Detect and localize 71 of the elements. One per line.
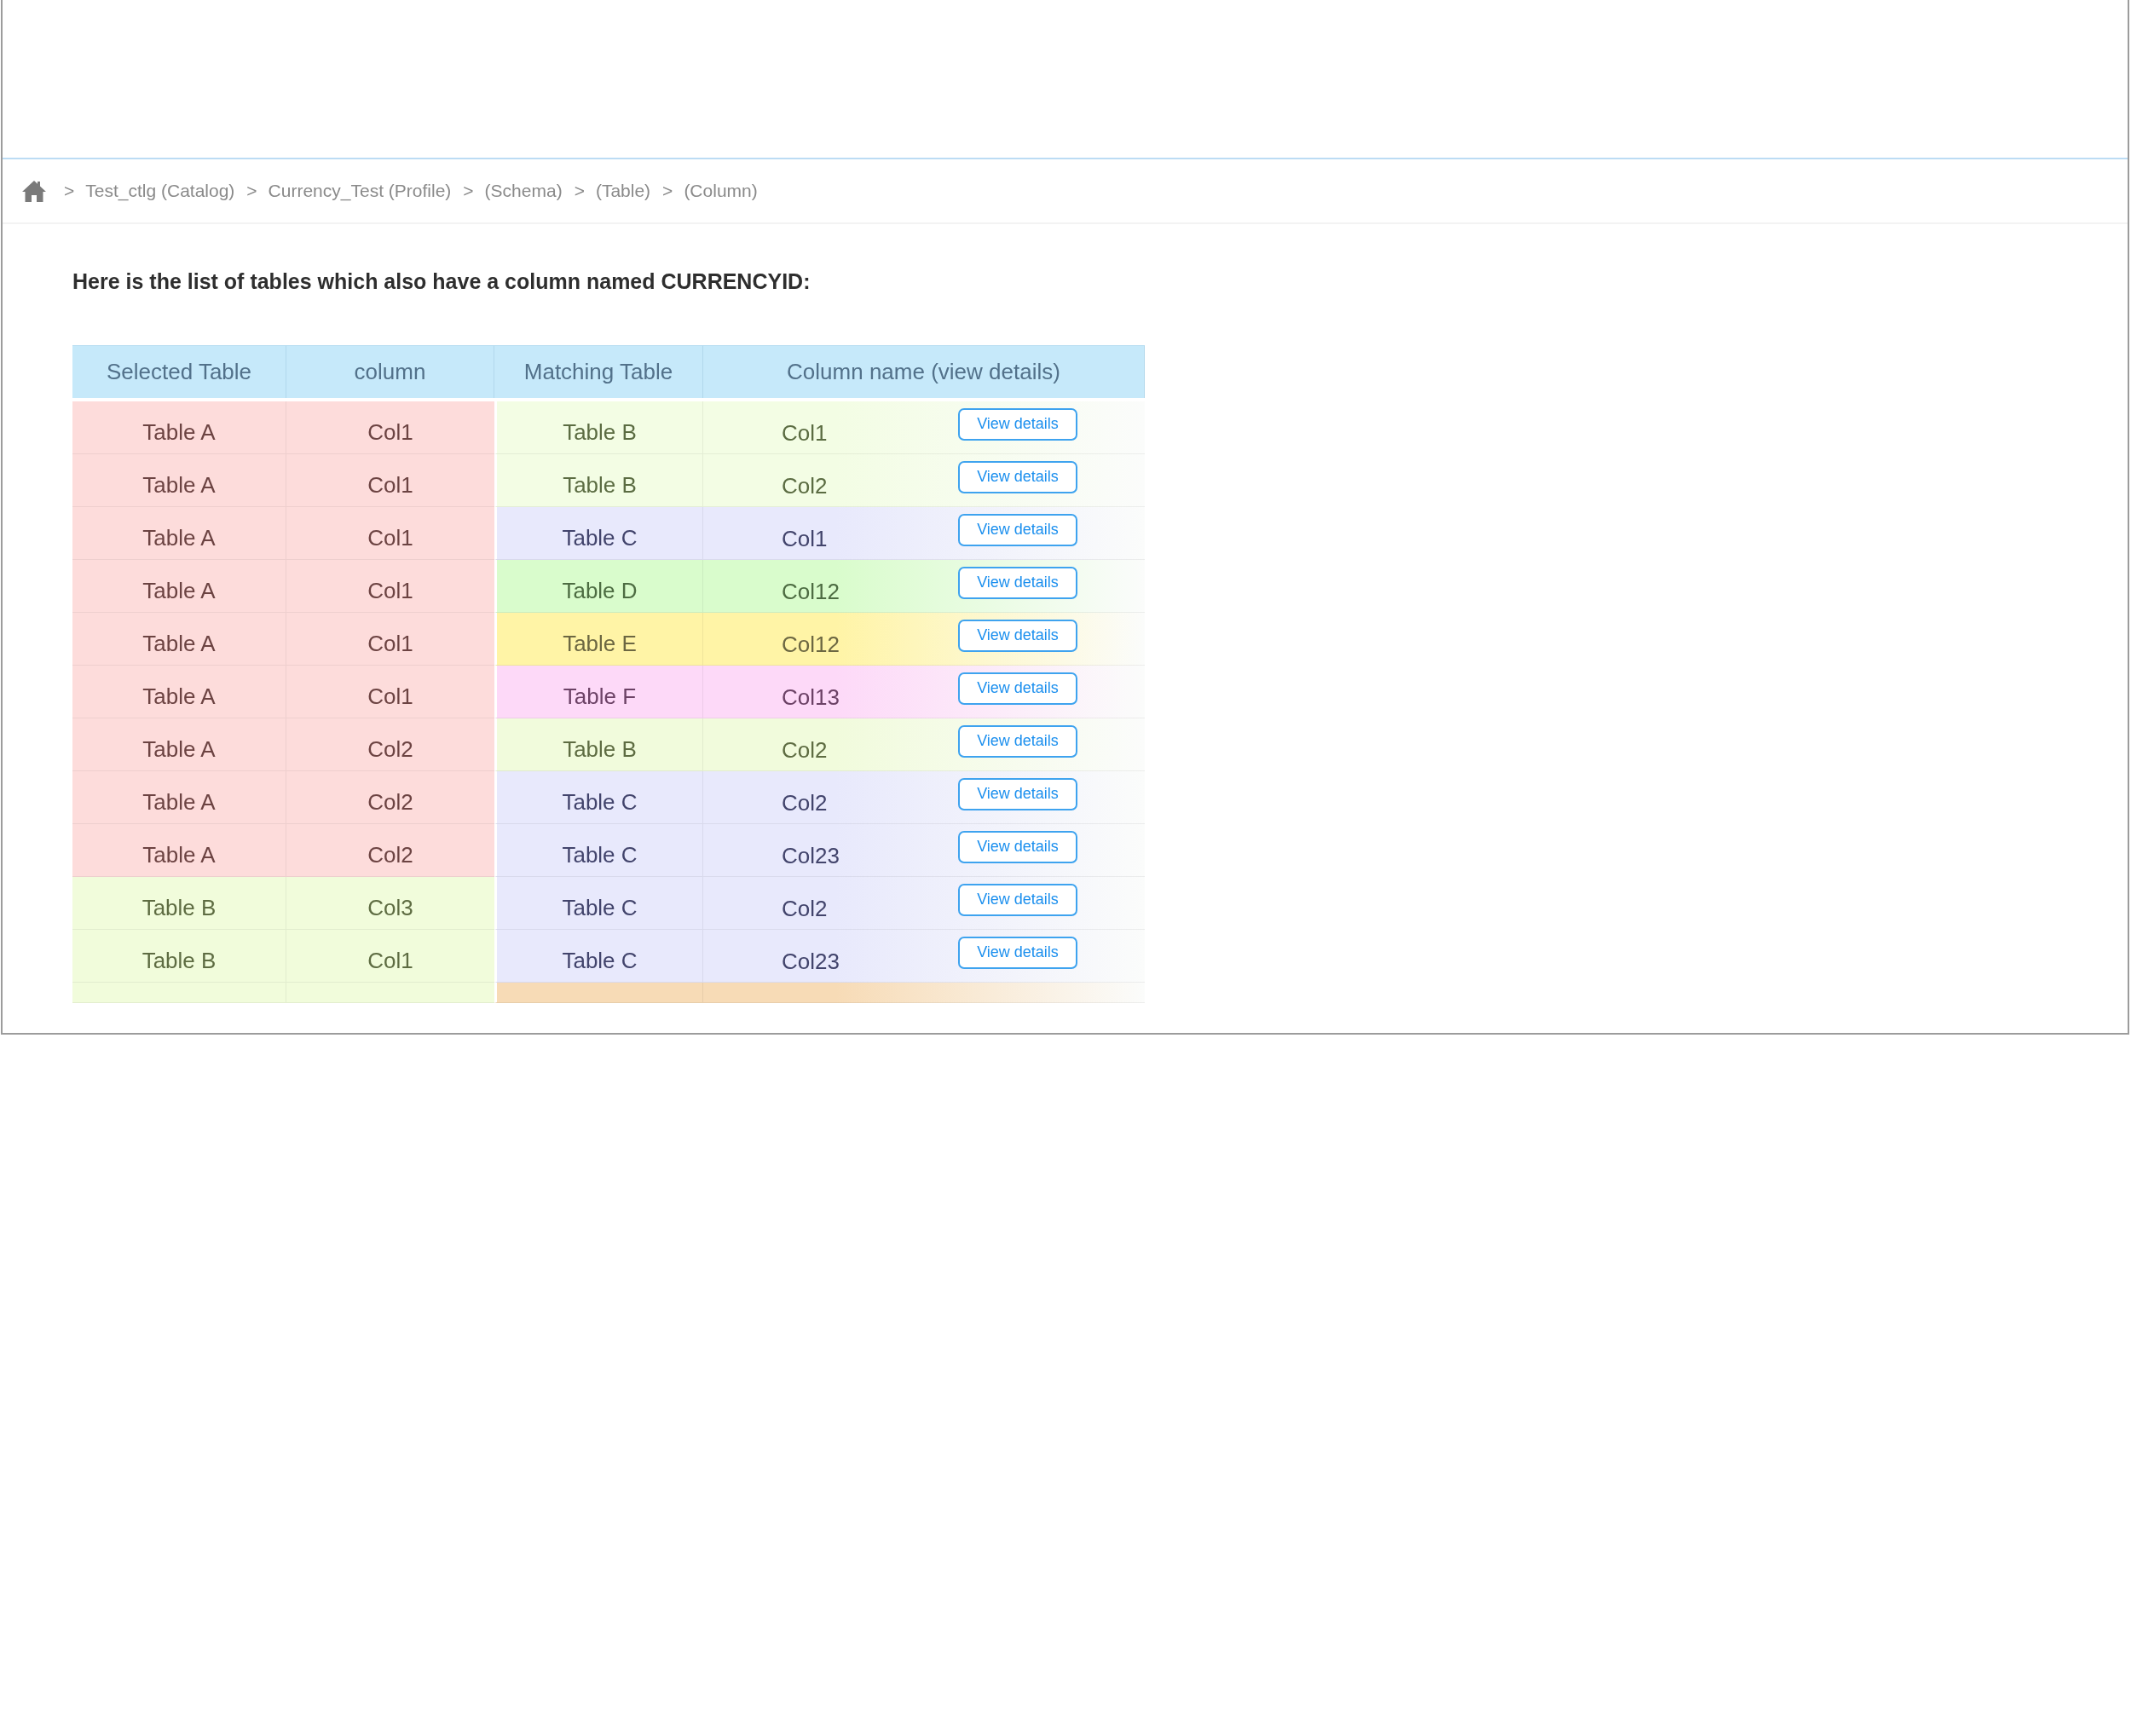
view-details-button[interactable]: View details — [958, 777, 1077, 810]
table-cell: Col1 — [286, 930, 494, 983]
view-details-button[interactable]: View details — [958, 407, 1077, 441]
table-cell: Table B — [72, 930, 286, 983]
view-details-button[interactable]: View details — [958, 936, 1077, 969]
table-cell: Col1 — [286, 507, 494, 560]
view-details-button[interactable]: View details — [958, 619, 1077, 652]
column-name: Col2 — [782, 736, 829, 764]
breadcrumb-separator: > — [662, 180, 673, 203]
table-cell: Table A — [72, 613, 286, 666]
table-cell: Col1 — [286, 454, 494, 507]
breadcrumb-separator: > — [463, 180, 474, 203]
table-cell: Table B — [494, 401, 703, 454]
table-cell: Table C — [494, 824, 703, 877]
column-header: Selected Table — [72, 345, 286, 398]
column-name: Col23 — [782, 948, 840, 976]
table-cell: Table B — [494, 454, 703, 507]
table-cell: Table C — [494, 771, 703, 824]
column-name: Col2 — [782, 895, 829, 923]
breadcrumb-link[interactable]: (Table) — [595, 177, 651, 205]
column-name: Col12 — [782, 578, 840, 606]
column-name: Col23 — [782, 842, 840, 870]
column-name: Col12 — [782, 631, 840, 659]
breadcrumb-link[interactable]: Test_ctlg (Catalog) — [85, 177, 235, 205]
table-cell: Table A — [72, 560, 286, 613]
breadcrumb-link[interactable]: (Column) — [684, 177, 758, 205]
view-details-button[interactable]: View details — [958, 724, 1077, 758]
column-name: Col13 — [782, 683, 840, 712]
table-cell: Col1 — [286, 401, 494, 454]
heading-text: Here is the list of tables which also have a column named CURRENCYID: — [72, 268, 811, 294]
view-details-button[interactable]: View details — [958, 513, 1077, 546]
column-name: Col1 — [782, 419, 829, 447]
view-details-button[interactable]: View details — [958, 460, 1077, 493]
table-cell: Table A — [72, 771, 286, 824]
table-cell: Table B — [494, 718, 703, 771]
table-cell: Table F — [494, 666, 703, 718]
view-details-button[interactable]: View details — [958, 883, 1077, 916]
table-cell: Table C — [494, 877, 703, 930]
table-cell: Table B — [72, 877, 286, 930]
breadcrumb-link[interactable]: Currency_Test (Profile) — [268, 177, 452, 205]
table-cell: Table A — [72, 507, 286, 560]
table-cell: Col1 — [286, 666, 494, 718]
table-cell: Table E — [494, 613, 703, 666]
table-cell: Col1 — [286, 560, 494, 613]
view-details-button[interactable]: View details — [958, 830, 1077, 863]
column-header: column — [286, 345, 494, 398]
home-icon[interactable] — [21, 179, 47, 203]
table-cell: Table C — [494, 507, 703, 560]
view-details-button[interactable]: View details — [958, 672, 1077, 705]
table-cell: Col1 — [286, 613, 494, 666]
breadcrumb-link[interactable]: (Schema) — [484, 177, 563, 205]
column-name: Col2 — [782, 472, 829, 500]
breadcrumb-separator: > — [64, 180, 75, 203]
table-cell: Table A — [72, 401, 286, 454]
table-cell: Col2 — [286, 824, 494, 877]
view-details-button[interactable]: View details — [958, 566, 1077, 599]
breadcrumb-separator: > — [574, 180, 585, 203]
table-cell: Table A — [72, 666, 286, 718]
column-header: Column name (view details) — [703, 345, 1145, 398]
table-cell: Table A — [72, 454, 286, 507]
table-cell: Table C — [494, 930, 703, 983]
column-name: Col1 — [782, 525, 829, 553]
table-cell: Col3 — [286, 877, 494, 930]
table-cell: Table A — [72, 824, 286, 877]
column-name: Col2 — [782, 789, 829, 817]
table-cell: Col2 — [286, 771, 494, 824]
table-cell: Col2 — [286, 718, 494, 771]
column-header: Matching Table — [494, 345, 703, 398]
table-cell: Table D — [494, 560, 703, 613]
breadcrumb-separator: > — [246, 180, 257, 203]
table-cell: Table A — [72, 718, 286, 771]
